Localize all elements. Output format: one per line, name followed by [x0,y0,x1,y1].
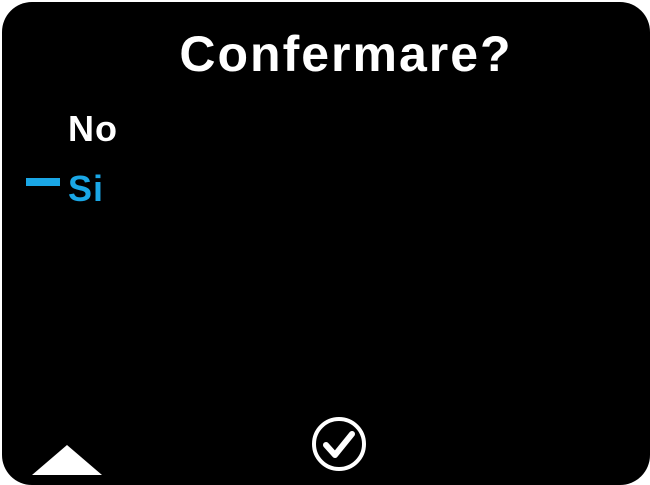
option-si[interactable]: Si [68,168,104,210]
selection-marker [26,178,60,186]
confirm-button[interactable] [310,415,368,473]
triangle-up-icon [32,445,102,475]
option-no[interactable]: No [68,108,118,150]
confirm-title: Confermare? [179,26,513,82]
device-screen: Confermare? No Si [2,2,650,485]
scroll-up-button[interactable] [32,445,102,475]
checkmark-circle-icon [312,417,366,471]
